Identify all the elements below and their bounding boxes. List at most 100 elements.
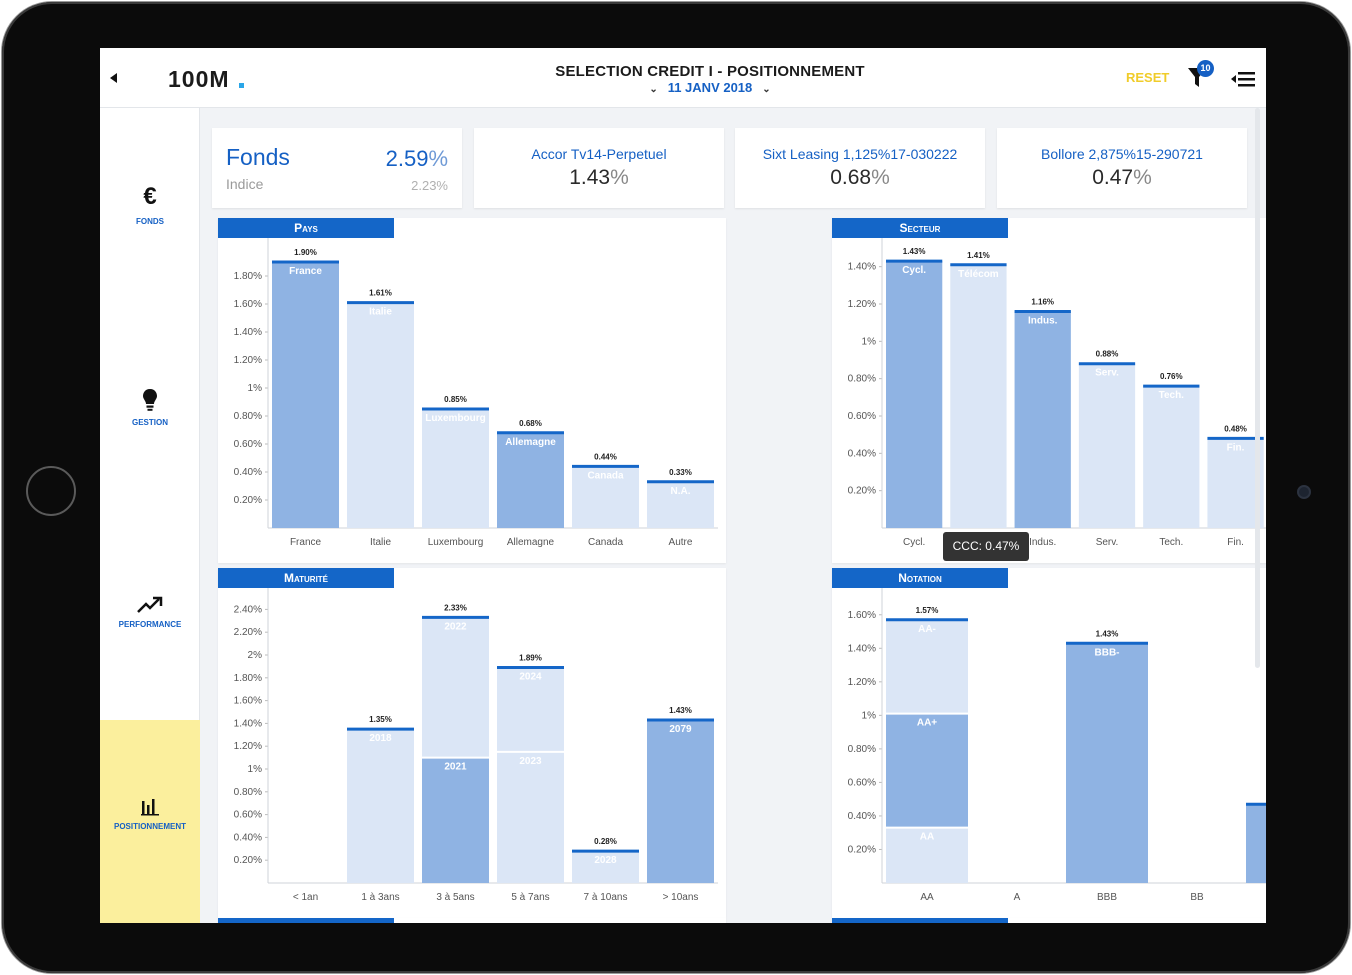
x-tick-label: Fin. xyxy=(1227,537,1244,548)
y-tick-label: 0.40% xyxy=(234,832,262,843)
bar xyxy=(1014,311,1071,528)
y-tick-label: 2.20% xyxy=(234,627,262,638)
y-tick-label: 0.80% xyxy=(848,374,876,385)
bar-segment xyxy=(422,617,489,758)
kpi-card[interactable]: Sixt Leasing 1,125%17-030222 0.68% xyxy=(735,128,985,208)
data-label: 1.16% xyxy=(1031,297,1054,306)
menu-collapse-icon[interactable] xyxy=(1230,70,1256,88)
bar xyxy=(886,261,943,528)
y-tick-label: 1.40% xyxy=(848,643,876,654)
bar-segment-label: 2018 xyxy=(369,733,392,744)
reset-button[interactable]: RESET xyxy=(1126,70,1169,85)
bar-segment-label: 2079 xyxy=(669,724,692,735)
bar-inner-label: Tech. xyxy=(1159,390,1185,401)
y-tick-label: 1% xyxy=(862,710,877,721)
data-label: 0.68% xyxy=(519,419,542,428)
sidebar-nav: € FONDS GESTION PERFORMANCE POSITIONNEME… xyxy=(100,108,200,923)
y-tick-label: 0.20% xyxy=(234,495,262,506)
chart-panel-pays: 0.20% 0.40% 0.60% 0.80% 1% 1.20% 1.40% 1.60% 1.8… xyxy=(218,218,726,563)
bar-segment xyxy=(1066,643,1148,883)
x-tick-label: 3 à 5ans xyxy=(436,892,474,903)
date-selector[interactable]: ⌄ 11 JANV 2018 ⌄ xyxy=(600,80,820,95)
kpi-fonds-card[interactable]: Fonds 2.59% Indice 2.23% xyxy=(212,128,462,208)
chart-panel-secteur: 0.20% 0.40% 0.60% 0.80% 1% 1.20% 1.40% Cycl. 1.4… xyxy=(832,218,1266,563)
kpi-name: Sixt Leasing 1,125%17-030222 xyxy=(762,146,958,162)
sidebar-item-fonds[interactable]: € FONDS xyxy=(100,183,200,226)
chart-panel-notation: 0.20% 0.40% 0.60% 0.80% 1% 1.20% 1.40% 1.60% AA A… xyxy=(832,568,1266,918)
camera xyxy=(1297,485,1311,499)
y-tick-label: 0.60% xyxy=(234,810,262,821)
x-tick-label: Serv. xyxy=(1096,537,1119,548)
kpi-card[interactable]: Bollore 2,875%15-290721 0.47% xyxy=(997,128,1247,208)
back-arrow-icon[interactable] xyxy=(110,73,117,83)
bar-segment-label: 2022 xyxy=(444,621,467,632)
kpi-value: 0.47% xyxy=(1092,166,1152,189)
y-tick-label: 1.60% xyxy=(234,696,262,707)
bar-segment xyxy=(347,729,414,883)
data-label: 0.33% xyxy=(669,468,692,477)
x-tick-label: < 1an xyxy=(293,892,318,903)
y-tick-label: 1.80% xyxy=(234,271,262,282)
bar xyxy=(272,262,339,528)
sidebar-item-performance[interactable]: PERFORMANCE xyxy=(100,596,200,629)
x-tick-label: AA xyxy=(920,892,934,903)
bar-chart-icon xyxy=(141,799,159,816)
logo-dot xyxy=(239,83,244,88)
bar-segment-label: AA+ xyxy=(917,718,937,729)
home-button[interactable] xyxy=(26,466,76,516)
chart-panel-maturite: 0.20% 0.40% 0.60% 0.80% 1% 1.20% 1.40% 1.60% 1.8… xyxy=(218,568,726,918)
next-panel-stub xyxy=(218,918,726,923)
x-tick-label: France xyxy=(290,537,322,548)
y-tick-label: 1% xyxy=(248,383,263,394)
y-tick-label: 0.60% xyxy=(848,777,876,788)
sidebar-item-positionnement[interactable]: POSITIONNEMENT xyxy=(100,720,200,923)
y-tick-label: 2% xyxy=(248,650,263,661)
y-tick-label: 0.60% xyxy=(234,439,262,450)
chart-notation: 0.20%0.40%0.60%0.80%1%1.20%1.40%1.60%AAA… xyxy=(848,588,1266,903)
top-bar: 100M SELECTION CREDIT I - POSITIONNEMENT… xyxy=(100,48,1266,108)
x-tick-label: Autre xyxy=(669,537,693,548)
y-tick-label: 0.20% xyxy=(848,844,876,855)
bar-segment-label: 2023 xyxy=(519,756,542,767)
data-label: 1.61% xyxy=(369,289,392,298)
data-label: 1.57% xyxy=(916,606,939,615)
bar-segment-label: AA- xyxy=(918,624,936,635)
y-tick-label: 1.60% xyxy=(848,610,876,621)
sidebar-item-gestion[interactable]: GESTION xyxy=(100,388,200,427)
chart-secteur: 0.20% 0.40% 0.60% 0.80% 1% 1.20% 1.40% Cycl. 1.4… xyxy=(848,238,1266,548)
bar-inner-label: Luxembourg xyxy=(425,413,486,424)
bar-inner-label: Fin. xyxy=(1227,442,1245,453)
x-tick-label: Italie xyxy=(370,537,392,548)
y-tick-label: 1% xyxy=(862,336,877,347)
data-label: 1.43% xyxy=(1096,629,1119,638)
y-tick-label: 0.40% xyxy=(848,811,876,822)
kpi-value: 0.68% xyxy=(830,166,890,189)
y-tick-label: 1.40% xyxy=(234,718,262,729)
chevron-down-icon[interactable]: ⌄ xyxy=(649,84,657,95)
data-label: 1.35% xyxy=(369,715,392,724)
y-tick-label: 1% xyxy=(248,764,263,775)
page-title: SELECTION CREDIT I - POSITIONNEMENT xyxy=(555,63,865,80)
x-tick-label: Indus. xyxy=(1029,537,1056,548)
bar-inner-label: Serv. xyxy=(1095,368,1119,379)
scrollbar[interactable] xyxy=(1255,108,1260,668)
x-tick-label: Allemagne xyxy=(507,537,555,548)
y-tick-label: 1.40% xyxy=(848,262,876,273)
y-tick-label: 0.20% xyxy=(234,855,262,866)
y-tick-label: 1.80% xyxy=(234,673,262,684)
x-tick-label: BB xyxy=(1190,892,1204,903)
main-content: Fonds 2.59% Indice 2.23% Accor Tv14-Perp… xyxy=(200,108,1266,923)
x-tick-label: > 10ans xyxy=(663,892,699,903)
app-screen: 100M SELECTION CREDIT I - POSITIONNEMENT… xyxy=(100,48,1266,923)
chart-title-stub xyxy=(218,918,394,923)
bar xyxy=(1143,386,1200,528)
y-tick-label: 1.60% xyxy=(234,299,262,310)
bar-segment-label: BBB- xyxy=(1095,647,1120,658)
y-tick-label: 1.20% xyxy=(234,355,262,366)
chevron-down-icon[interactable]: ⌄ xyxy=(762,84,770,95)
data-label: 0.76% xyxy=(1160,372,1183,381)
x-tick-label: Cycl. xyxy=(903,537,925,548)
y-tick-label: 0.80% xyxy=(234,411,262,422)
kpi-card[interactable]: Accor Tv14-Perpetuel 1.43% xyxy=(474,128,724,208)
sidebar-item-label: GESTION xyxy=(131,418,168,427)
